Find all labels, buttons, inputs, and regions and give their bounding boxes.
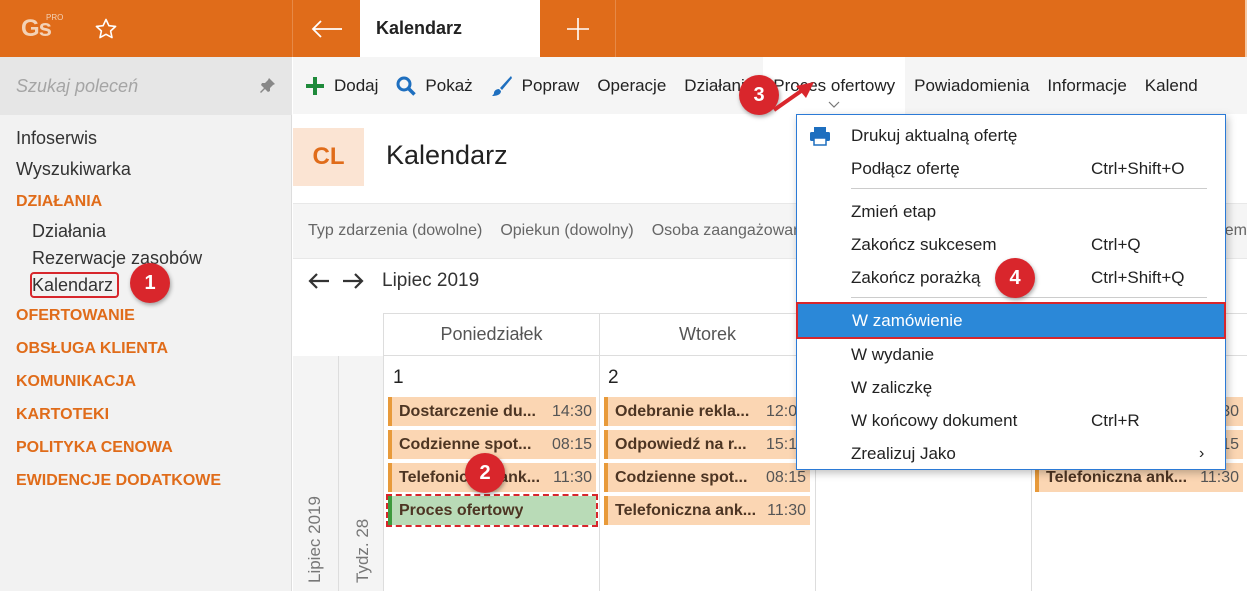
filter-person[interactable]: Osoba zaangażowana [652, 222, 811, 240]
information-menu[interactable]: Informacje [1038, 57, 1135, 114]
calendar-event[interactable]: Dostarczenie du... 14:30 [388, 397, 596, 426]
tab-title: Kalendarz [376, 18, 463, 38]
col-divider-1 [383, 356, 384, 591]
day-header-monday: Poniedziałek [383, 313, 599, 356]
submenu-arrow-icon: › [1199, 444, 1205, 462]
command-search [0, 57, 292, 115]
menu-separator [851, 188, 1207, 189]
sidebar-category-obsluga-klienta[interactable]: OBSŁUGA KLIENTA [0, 332, 292, 365]
menu-item-change-stage[interactable]: Zmień etap [797, 195, 1225, 228]
operations-menu[interactable]: Operacje [588, 57, 675, 114]
day-number-1: 1 [393, 367, 404, 388]
calendar-event-offer-process[interactable]: Proces ofertowy [386, 494, 598, 527]
calendar-event[interactable]: Odebranie rekla... 12:00 [604, 397, 810, 426]
prev-month-arrow-icon[interactable] [308, 272, 342, 290]
sidebar-category-polityka-cenowa[interactable]: POLITYKA CENOWA [0, 431, 292, 464]
menu-separator [851, 297, 1207, 298]
next-month-arrow-icon[interactable] [342, 272, 376, 290]
callout-marker-2: 2 [465, 453, 505, 493]
search-input[interactable] [16, 73, 246, 99]
day-number-2: 2 [608, 367, 619, 388]
calendar-event[interactable]: Telefoniczna ank... 11:30 [604, 496, 810, 525]
page-title: Kalendarz [386, 140, 508, 170]
week-label: Tydz. 28 [353, 518, 372, 583]
pin-icon[interactable] [258, 77, 276, 100]
menu-item-to-advance[interactable]: W zaliczkę [797, 371, 1225, 404]
sidebar-item-wyszukiwarka[interactable]: Wyszukiwarka [0, 154, 292, 185]
sidebar: Infoserwis Wyszukiwarka DZIAŁANIA Działa… [0, 57, 292, 591]
tab-kalendarz[interactable]: Kalendarz [360, 0, 540, 57]
day-header-tuesday: Wtorek [599, 313, 815, 356]
module-badge: CL [293, 128, 364, 186]
printer-icon [809, 126, 831, 151]
sidebar-item-infoserwis[interactable]: Infoserwis [0, 123, 292, 154]
edit-button[interactable]: Popraw [482, 57, 589, 114]
menu-item-to-release[interactable]: W wydanie [797, 338, 1225, 371]
add-tab-plus-icon[interactable] [540, 0, 616, 57]
app-logo[interactable]: Gs PRO [0, 0, 72, 57]
add-button[interactable]: Dodaj [293, 57, 387, 114]
side-divider [338, 356, 339, 591]
favorites-star-icon[interactable] [72, 0, 140, 57]
menu-item-realize-as[interactable]: Zrealizuj Jako › [797, 437, 1225, 470]
menu-item-to-order[interactable]: W zamówienie [796, 302, 1226, 339]
sidebar-category-ewidencje[interactable]: EWIDENCJE DODATKOWE [0, 464, 292, 497]
filter-right-partial[interactable]: em [1225, 222, 1247, 240]
month-navigation: Lipiec 2019 [308, 270, 479, 292]
top-bar: Gs PRO Kalendarz [0, 0, 1247, 57]
menu-item-print-offer[interactable]: Drukuj aktualną ofertę [797, 119, 1225, 152]
calendar-event[interactable]: Codzienne spot... 08:15 [604, 463, 810, 492]
brush-icon [491, 75, 513, 97]
filter-event-type[interactable]: Typ zdarzenia (dowolne) [308, 222, 482, 240]
notifications-menu[interactable]: Powiadomienia [905, 57, 1038, 114]
callout-marker-4: 4 [995, 258, 1035, 298]
search-icon [396, 76, 417, 96]
col-divider-2 [599, 356, 600, 591]
calendar-menu[interactable]: Kalend [1136, 57, 1198, 114]
callout-marker-1: 1 [130, 263, 170, 303]
show-button[interactable]: Pokaż [387, 57, 481, 114]
sidebar-category-ofertowanie[interactable]: OFERTOWANIE [0, 299, 292, 332]
sidebar-item-dzialania[interactable]: Działania [0, 218, 292, 245]
sidebar-category-kartoteki[interactable]: KARTOTEKI [0, 398, 292, 431]
calendar-event[interactable]: Odpowiedź na r... 15:15 [604, 430, 810, 459]
menu-item-attach-offer[interactable]: Podłącz ofertę Ctrl+Shift+O [797, 152, 1225, 185]
menu-item-finish-success[interactable]: Zakończ sukcesem Ctrl+Q [797, 228, 1225, 261]
sidebar-category-dzialania[interactable]: DZIAŁANIA [0, 185, 292, 218]
sidebar-nav: Infoserwis Wyszukiwarka DZIAŁANIA Działa… [0, 123, 292, 497]
side-month-label: Lipiec 2019 [305, 496, 324, 583]
back-arrow-icon[interactable] [292, 0, 360, 57]
filter-keeper[interactable]: Opiekun (dowolny) [500, 222, 633, 240]
plus-icon [305, 76, 325, 96]
chevron-down-icon [828, 100, 840, 111]
callout-arrow-icon [772, 82, 814, 112]
menu-item-to-final-document[interactable]: W końcowy dokument Ctrl+R [797, 404, 1225, 437]
sidebar-category-komunikacja[interactable]: KOMUNIKACJA [0, 365, 292, 398]
month-label: Lipiec 2019 [382, 270, 480, 291]
